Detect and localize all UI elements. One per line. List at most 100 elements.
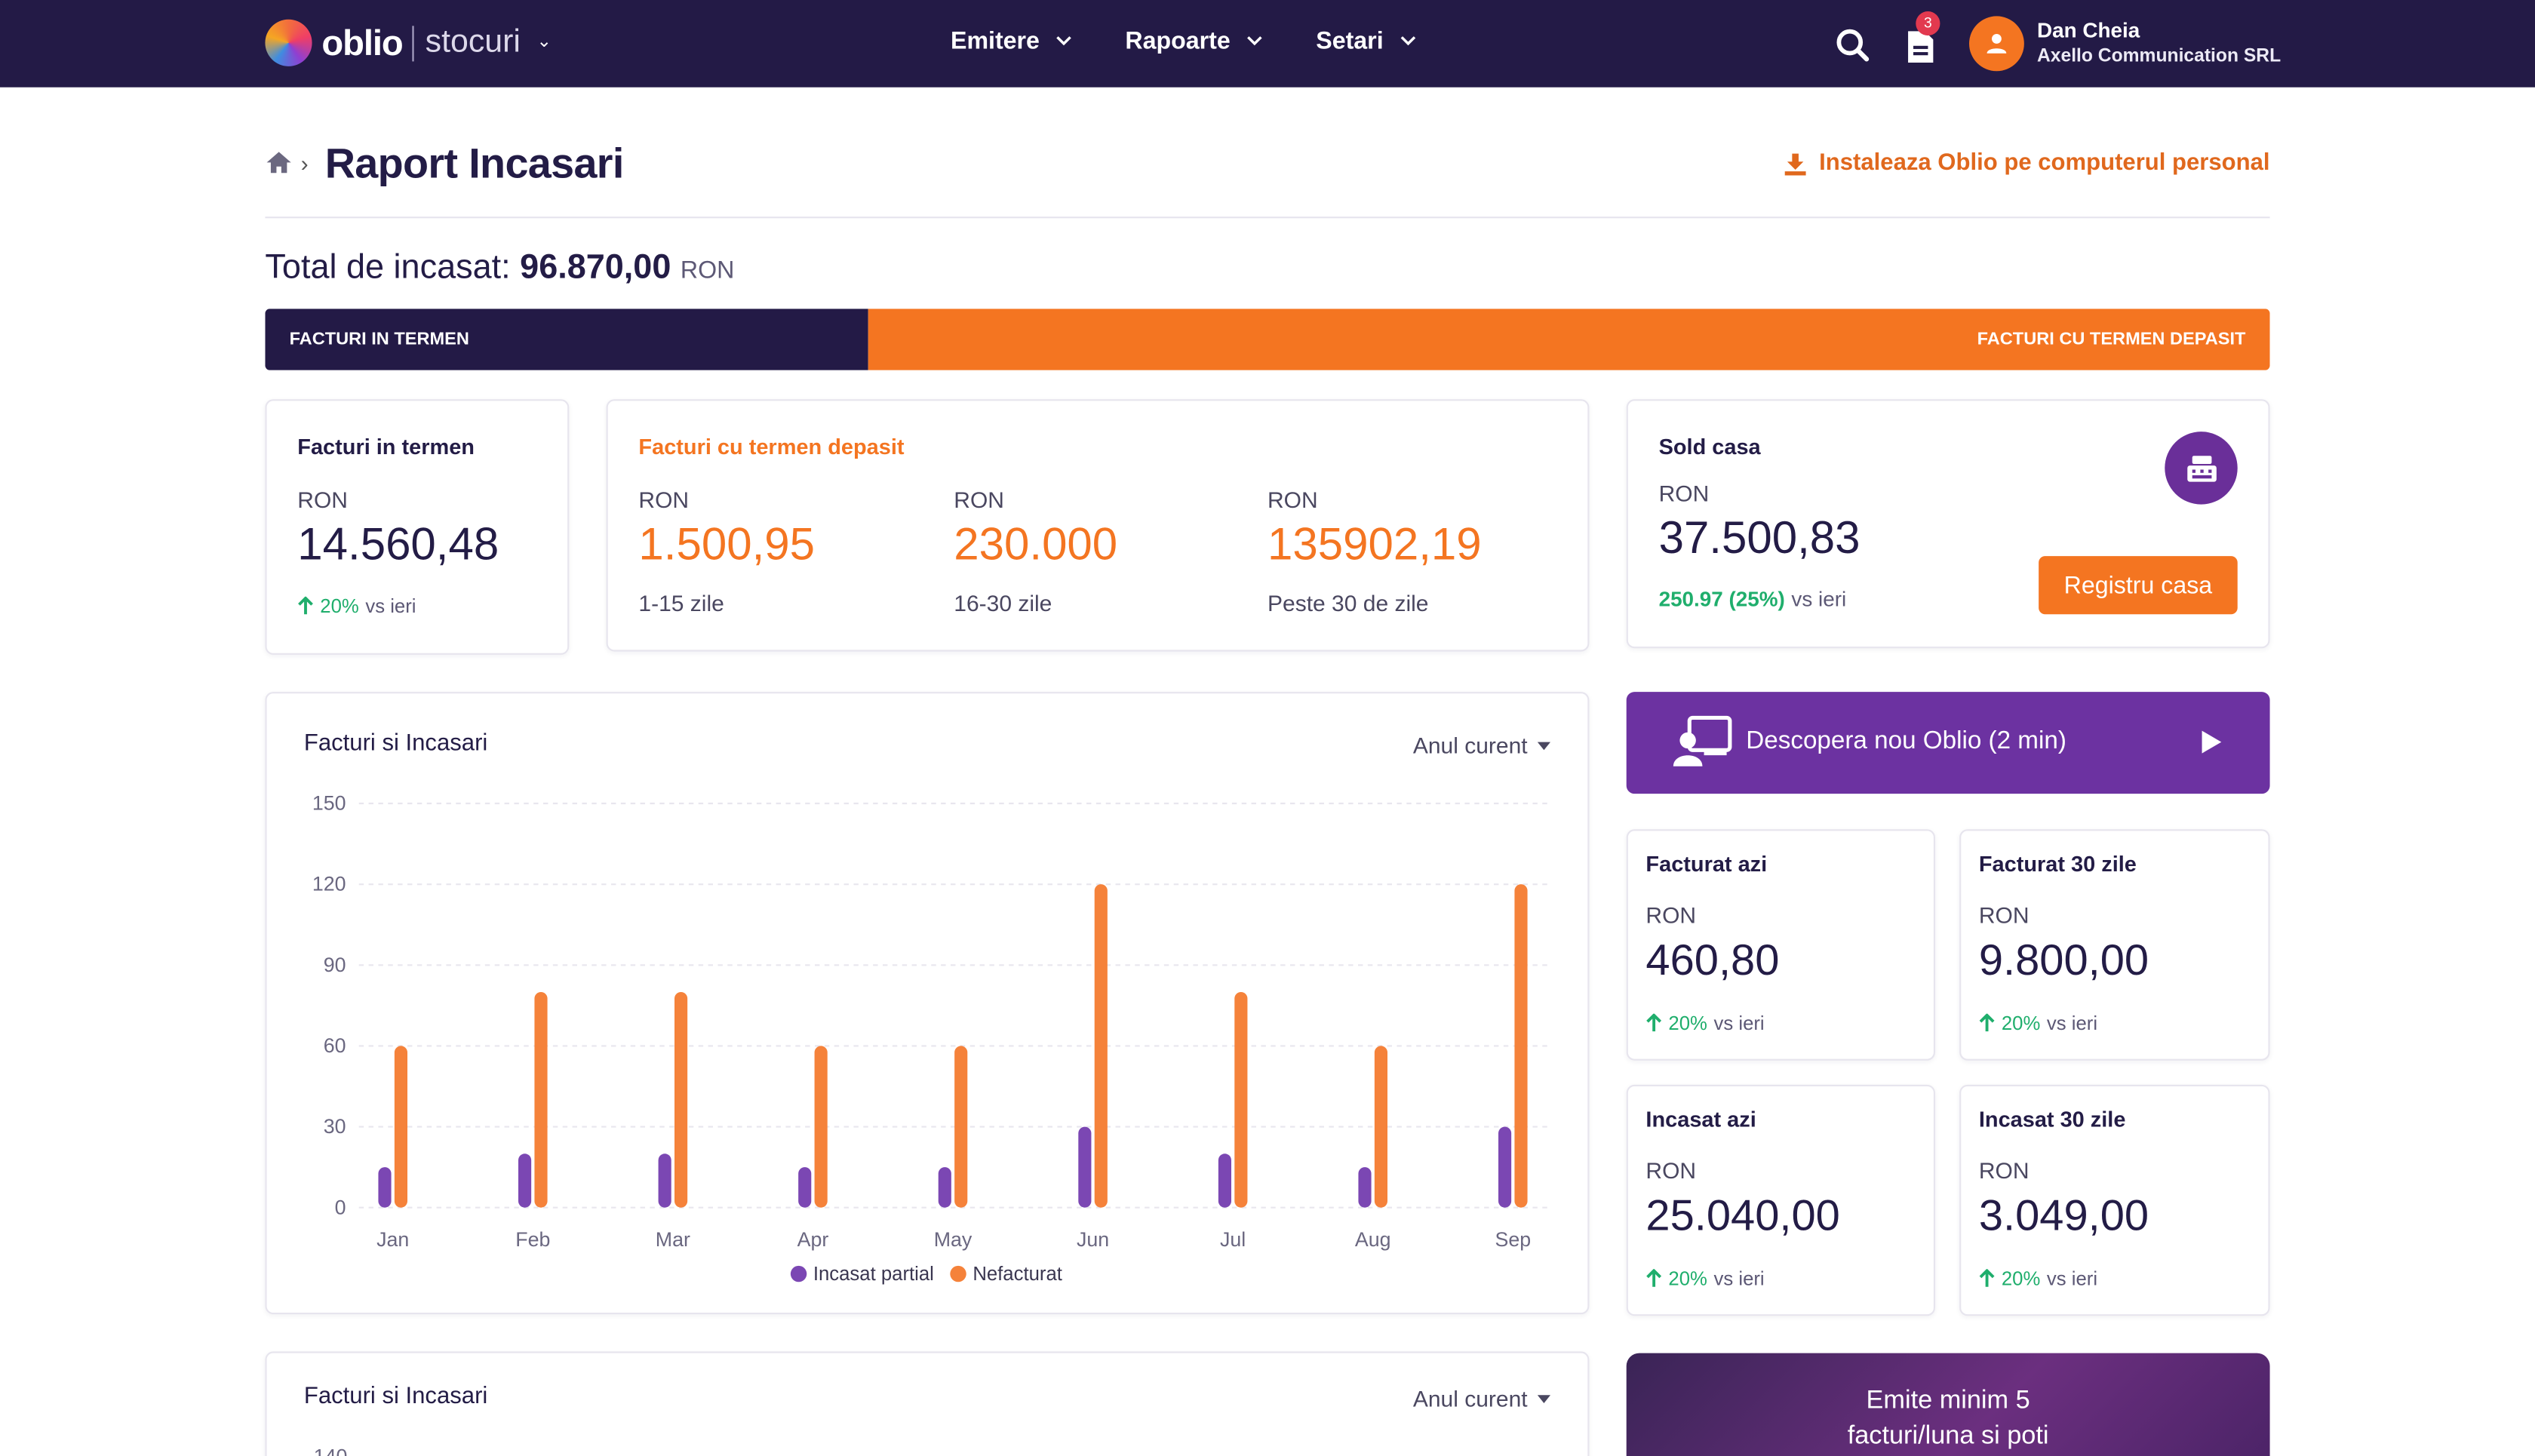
document-icon[interactable] — [1903, 29, 1938, 65]
total-value: 96.870,00 — [520, 249, 671, 287]
overdue-range-label: Peste 30 de zile — [1268, 590, 1429, 616]
period-dropdown[interactable]: Anul curent — [1413, 733, 1550, 758]
nav-rapoarte-label: Rapoarte — [1125, 27, 1231, 55]
split-overdue[interactable]: FACTURI CU TERMEN DEPASIT — [868, 309, 2270, 370]
oblio-logo-icon — [265, 19, 312, 66]
nav-setari-label: Setari — [1316, 27, 1384, 55]
chart-title: Facturi si Incasari — [303, 730, 488, 757]
total-label: Total de incasat: — [265, 249, 511, 287]
legend-label: Incasat partial — [813, 1264, 934, 1285]
x-tick-label: Aug — [1355, 1228, 1391, 1251]
currency-label: RON — [1268, 487, 1318, 513]
overdue-card: Facturi cu termen depasit RON 1.500,95 1… — [606, 399, 1590, 652]
stat-value: 460,80 — [1645, 935, 1780, 984]
currency-label: RON — [1645, 902, 1697, 928]
legend-marker — [950, 1265, 966, 1282]
avatar[interactable] — [1969, 16, 2024, 72]
bar-jun-nefacturat — [1094, 884, 1108, 1208]
page-title: Raport Incasari — [324, 139, 625, 188]
x-tick-label: Jun — [1077, 1228, 1109, 1251]
chevron-down-icon — [1247, 36, 1262, 46]
total-currency: RON — [680, 256, 735, 285]
stat-card-invoiced-today: Facturat azi RON 460,80 20% vs ieri — [1626, 829, 1935, 1061]
bar-aug-incasat-partial — [1358, 1167, 1372, 1208]
y-tick-label: 60 — [324, 1034, 346, 1057]
x-tick-label: Jan — [376, 1228, 409, 1251]
nav-emitere[interactable]: Emitere — [951, 27, 1072, 55]
stat-title: Incasat azi — [1645, 1107, 1756, 1132]
arrow-up-icon — [1979, 1013, 1995, 1032]
download-icon — [1785, 152, 1807, 175]
chart-title: Facturi si Incasari — [303, 1384, 488, 1410]
stat-title: Incasat 30 zile — [1978, 1107, 2126, 1132]
bar-may-nefacturat — [954, 1046, 968, 1208]
cash-balance-value: 37.500,83 — [1658, 512, 1861, 563]
delta-row: 20% vs ieri — [1645, 1012, 1765, 1035]
in-term-card: Facturi in termen RON 14.560,48 20% vs i… — [265, 399, 570, 655]
chevron-down-icon[interactable]: ⌄ — [536, 31, 552, 52]
install-app-link[interactable]: Instaleaza Oblio pe computerul personal — [1784, 150, 2270, 177]
y-tick-label: 150 — [312, 792, 346, 815]
delta-row: 250.97 (25%) vs ieri — [1659, 587, 1847, 611]
delta-value: 250.97 (25%) — [1658, 586, 1785, 611]
delta-suffix: vs ieri — [1713, 1267, 1765, 1290]
upgrade-promo-banner[interactable]: Emite minim 5 facturi/luna si poti — [1626, 1353, 2270, 1456]
arrow-up-icon — [298, 596, 313, 615]
period-dropdown-label: Anul curent — [1412, 732, 1528, 758]
install-app-label: Instaleaza Oblio pe computerul personal — [1819, 150, 2270, 177]
overdue-range-label: 16-30 zile — [954, 590, 1052, 616]
bar-mar-nefacturat — [674, 992, 688, 1208]
bar-jul-nefacturat — [1234, 992, 1248, 1208]
split-in-term[interactable]: FACTURI IN TERMEN — [265, 309, 869, 370]
delta-value: 20% — [2001, 1012, 2041, 1035]
chevron-down-icon — [1056, 36, 1071, 46]
brand-name: oblio — [321, 21, 403, 63]
overdue-range-label: 1-15 zile — [638, 590, 724, 616]
currency-label: RON — [1978, 1157, 2030, 1184]
y-tick-label: 30 — [324, 1115, 346, 1138]
period-dropdown[interactable]: Anul curent — [1413, 1385, 1550, 1411]
promo-line-1: Emite minim 5 — [1866, 1387, 2030, 1415]
caret-down-icon — [1537, 1394, 1550, 1402]
delta-row: 20% vs ieri — [1979, 1267, 2097, 1290]
x-tick-label: Mar — [656, 1228, 690, 1251]
x-tick-label: Apr — [797, 1228, 829, 1251]
home-icon[interactable] — [265, 150, 292, 174]
stat-value: 9.800,00 — [1978, 935, 2149, 984]
y-tick-label: 0 — [335, 1196, 346, 1218]
bar-may-incasat-partial — [938, 1167, 951, 1208]
invoices-bar-chart: 0 30 60 90 120 150 Jan Feb Mar Apr May Jun Jul Aug Sep… — [312, 792, 1553, 1285]
bar-apr-incasat-partial — [798, 1167, 812, 1208]
delta-row: 20% vs ieri — [1645, 1267, 1765, 1290]
invoices-split-bar: FACTURI IN TERMEN FACTURI CU TERMEN DEPA… — [265, 309, 2270, 370]
delta-suffix: vs ieri — [365, 594, 416, 618]
arrow-up-icon — [1646, 1269, 1662, 1287]
brand-logo[interactable]: oblio stocuri ⌄ — [265, 19, 552, 66]
user-icon — [1987, 34, 2007, 54]
delta-value: 20% — [1668, 1012, 1707, 1035]
user-name[interactable]: Dan Cheia — [2037, 18, 2140, 42]
nav-rapoarte[interactable]: Rapoarte — [1125, 27, 1262, 55]
y-tick-label: 90 — [324, 954, 346, 976]
bar-jun-incasat-partial — [1078, 1126, 1092, 1208]
nav-emitere-label: Emitere — [951, 27, 1040, 55]
stat-value: 3.049,00 — [1978, 1191, 2149, 1240]
stat-value: 25.040,00 — [1645, 1191, 1840, 1240]
overdue-30plus-value: 135902,19 — [1268, 518, 1482, 570]
cash-register-button[interactable]: Registru casa — [2039, 556, 2238, 615]
nav-setari[interactable]: Setari — [1316, 27, 1415, 55]
stat-title: Facturat azi — [1645, 852, 1768, 877]
promo-text: Emite minim 5 facturi/luna si poti — [1627, 1353, 2270, 1455]
delta-row: 20% vs ieri — [1979, 1012, 2097, 1034]
delta-suffix: vs ieri — [1713, 1012, 1765, 1035]
top-navbar: oblio stocuri ⌄ Emitere Rapoarte Setari … — [0, 0, 2535, 88]
legend-marker — [790, 1265, 807, 1282]
delta-value: 20% — [2001, 1267, 2041, 1290]
header-divider — [265, 217, 2270, 219]
search-icon[interactable] — [1835, 27, 1870, 63]
notification-badge: 3 — [1916, 11, 1940, 36]
play-icon[interactable] — [2200, 729, 2223, 754]
overdue-16-30-value: 230.000 — [954, 518, 1118, 570]
chevron-down-icon — [1400, 36, 1415, 46]
discover-video-banner[interactable]: Descopera nou Oblio (2 min) — [1626, 692, 2270, 794]
